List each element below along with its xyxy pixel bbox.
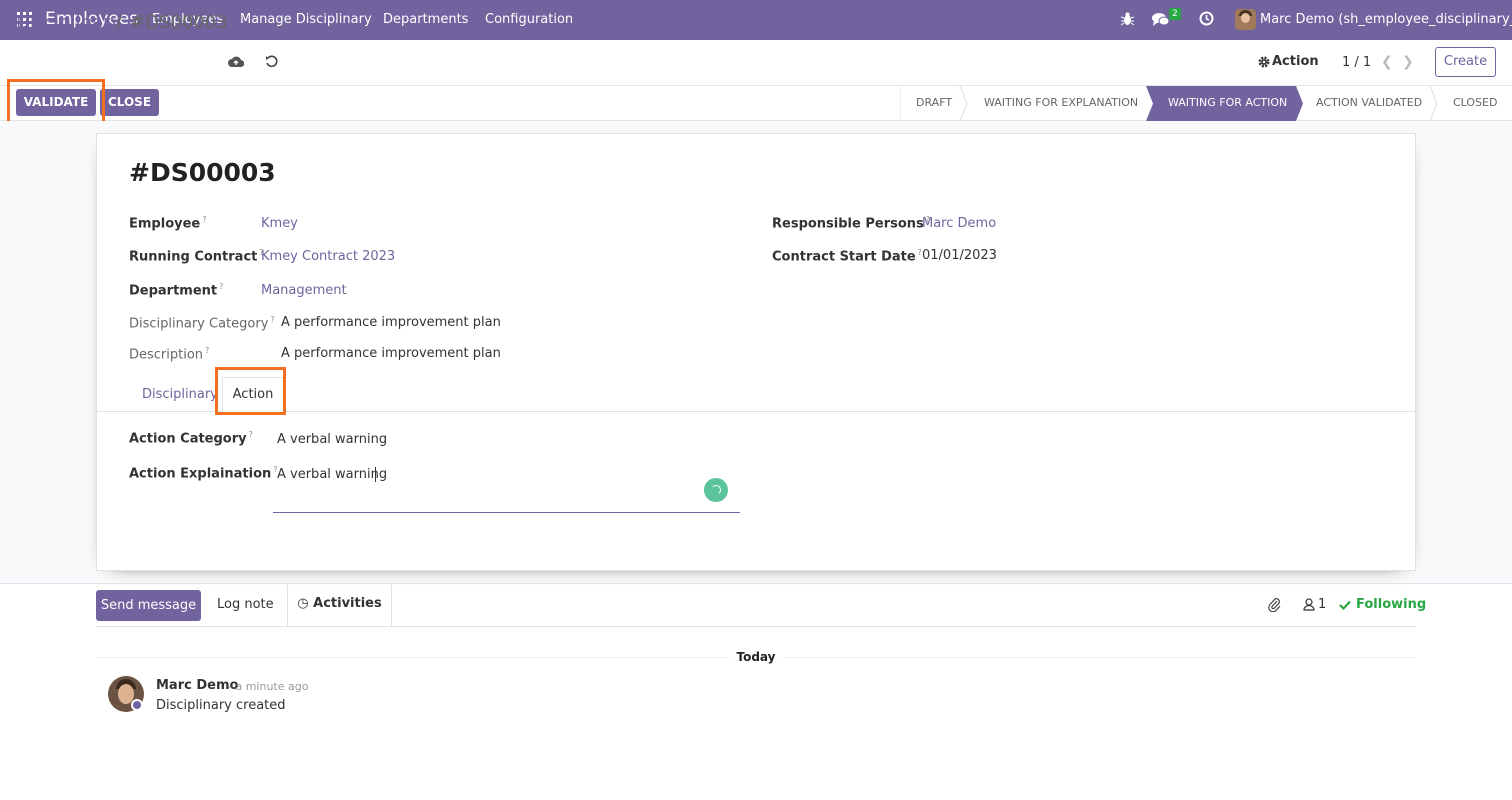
responsible-persons-value[interactable]: Marc Demo [922,216,996,231]
action-explanation-label: Action Explaination? [129,465,278,482]
log-note-button[interactable]: Log note [217,597,274,612]
activities-label: Activities [313,596,382,611]
stage-action-validated[interactable]: ACTION VALIDATED [1316,86,1422,120]
chat-icon[interactable] [1152,12,1169,27]
online-status-dot [131,699,143,711]
stage-waiting-for-explanation[interactable]: WAITING FOR EXPLANATION [984,86,1138,120]
menu-configuration[interactable]: Configuration [485,12,573,27]
loading-spinner-icon [704,478,728,502]
pager-next-icon[interactable]: ❯ [1402,54,1414,70]
discard-icon[interactable] [265,55,278,68]
user-avatar[interactable] [1235,9,1256,30]
highlight-action-tab [215,367,286,415]
create-button[interactable]: Create [1435,47,1496,77]
description-label: Description? [129,346,210,363]
close-button[interactable]: CLOSE [100,89,159,116]
clock-icon[interactable] [1199,11,1214,26]
tab-disciplinary[interactable]: Disciplinary [142,387,218,402]
tabs-divider [96,411,1416,412]
action-dropdown[interactable]: Action [1272,54,1319,69]
bug-icon[interactable] [1121,11,1134,27]
record-title: #DS00003 [129,158,276,187]
following-button[interactable]: Following [1356,597,1426,612]
stage-draft[interactable]: DRAFT [916,86,952,120]
disciplinary-category-label: Disciplinary Category? [129,315,275,332]
contract-start-date-value: 01/01/2023 [922,248,997,263]
cloud-save-icon[interactable] [228,55,244,68]
employee-label: Employee? [129,215,207,232]
text-cursor [375,467,376,482]
date-separator: Today [730,650,782,664]
chatter-divider [0,583,1512,584]
menu-manage-disciplinary[interactable]: Manage Disciplinary [240,12,372,27]
description-value: A performance improvement plan [281,346,501,361]
stage-waiting-for-action[interactable]: WAITING FOR ACTION [1168,86,1287,120]
breadcrumb-separator: / [116,12,123,33]
stage-closed[interactable]: CLOSED [1453,86,1497,120]
followers-count[interactable]: 1 [1318,597,1326,612]
pager-previous-icon[interactable]: ❮ [1381,54,1393,70]
disciplinary-category-value: A performance improvement plan [281,315,501,330]
clock-icon: ◷ [297,596,309,611]
chatter-topbar-border [96,626,1416,627]
breadcrumb-parent[interactable]: Disciplinary [16,12,121,33]
follower-icon[interactable] [1303,598,1315,611]
send-message-button[interactable]: Send message [96,590,201,621]
breadcrumb-current: #DS00003 [130,12,228,33]
chat-count-badge: 2 [1169,8,1181,20]
department-label: Department? [129,282,224,299]
menu-departments[interactable]: Departments [383,12,468,27]
contract-start-date-label: Contract Start Date? [772,248,922,265]
check-icon [1339,600,1351,610]
message-author[interactable]: Marc Demo [156,678,238,693]
user-menu[interactable]: Marc Demo (sh_employee_disciplinary__) [1260,12,1512,27]
message-body: Disciplinary created [156,698,286,713]
department-value[interactable]: Management [261,283,347,298]
employee-value[interactable]: Kmey [261,216,298,231]
responsible-persons-label: Responsible Persons? [772,215,931,232]
action-category-label: Action Category? [129,430,253,447]
paperclip-icon[interactable] [1268,597,1281,612]
gear-icon[interactable] [1258,56,1270,68]
message-date: - a minute ago [228,680,309,693]
pager-value[interactable]: 1 / 1 [1342,55,1371,70]
action-explanation-input[interactable]: A verbal warning [277,467,387,482]
running-contract-label: Running Contract? [129,248,264,265]
action-explanation-underline [273,512,740,513]
action-category-value[interactable]: A verbal warning [277,432,387,447]
activities-button[interactable]: ◷ Activities [287,583,392,627]
running-contract-value[interactable]: Kmey Contract 2023 [261,249,395,264]
